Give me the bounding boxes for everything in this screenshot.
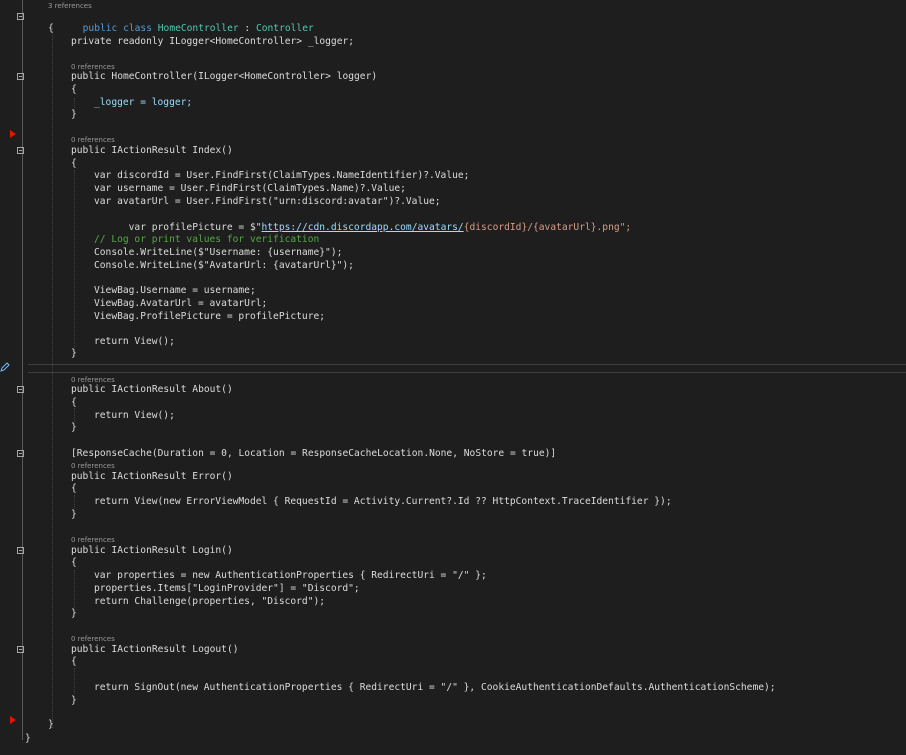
code-line[interactable]: } [0,718,906,731]
code-line[interactable]: var profilePicture = $"https://cdn.disco… [0,208,906,233]
code-line[interactable]: } [0,347,906,360]
code-line[interactable]: properties.Items["LoginProvider"] = "Dis… [0,582,906,595]
code-editor[interactable]: 3 references 0 references 0 references 0… [0,0,906,755]
login-properties: var properties = new AuthenticationPrope… [94,570,487,581]
brace: { [71,557,77,568]
profilepicture-url-link[interactable]: https://cdn.discordapp.com/avatars/ [262,222,464,233]
indent-guide [52,28,53,728]
login-items: properties.Items["LoginProvider"] = "Dis… [94,583,360,594]
about-decl: public IActionResult About() [71,384,233,395]
code-line[interactable]: var avatarUrl = User.FindFirst("urn:disc… [0,195,906,208]
code-line[interactable]: } [0,108,906,121]
comment: // Log or print values for verification [94,234,320,245]
index-decl: public IActionResult Index() [71,145,233,156]
code-line[interactable]: ViewBag.Username = username; [0,284,906,297]
code-line[interactable]: var properties = new AuthenticationPrope… [0,569,906,582]
brace: { [71,656,77,667]
brace: { [71,84,77,95]
ctor-decl: public HomeController(ILogger<HomeContro… [71,71,378,82]
avatarurl-line: var avatarUrl = User.FindFirst("urn:disc… [94,196,441,207]
brace: } [48,719,54,730]
brace: } [71,109,77,120]
code-line[interactable]: } [0,508,906,521]
code-line[interactable]: ViewBag.AvatarUrl = avatarUrl; [0,297,906,310]
code-line[interactable]: Console.WriteLine($"AvatarUrl: {avatarUr… [0,259,906,272]
code-line[interactable]: { [0,83,906,96]
profilepicture-prefix: var profilePicture = $" [128,222,262,233]
code-line[interactable]: private readonly ILogger<HomeController>… [0,35,906,48]
logger-field: private readonly ILogger<HomeController>… [71,36,355,47]
console-avatarurl-line: Console.WriteLine($"AvatarUrl: {avatarUr… [94,260,354,271]
profilepicture-suffix: {discordId}/{avatarUrl}.png"; [463,222,632,233]
brace: } [71,695,77,706]
code-line[interactable]: { [0,396,906,409]
brace: { [48,23,54,34]
quick-action-pen-icon[interactable] [0,362,10,372]
code-line[interactable]: public HomeController(ILogger<HomeContro… [0,70,906,83]
code-line[interactable]: return SignOut(new AuthenticationPropert… [0,681,906,694]
method-separator [28,364,906,365]
code-line[interactable]: Console.WriteLine($"Username: {username}… [0,246,906,259]
code-line[interactable]: var username = User.FindFirst(ClaimTypes… [0,182,906,195]
discordid-line: var discordId = User.FindFirst(ClaimType… [94,170,470,181]
viewbag-profilepicture: ViewBag.ProfilePicture = profilePicture; [94,311,326,322]
code-line[interactable]: var discordId = User.FindFirst(ClaimType… [0,169,906,182]
breakpoint-arrow-icon[interactable] [10,130,16,138]
code-line[interactable]: [ResponseCache(Duration = 0, Location = … [0,447,906,460]
code-line-class-decl[interactable]: public class HomeController : Controller [0,9,906,34]
code-line[interactable]: } [0,694,906,707]
brace: } [71,509,77,520]
console-username-line: Console.WriteLine($"Username: {username}… [94,247,343,258]
viewbag-avatarurl: ViewBag.AvatarUrl = avatarUrl; [94,298,268,309]
code-line[interactable]: { [0,482,906,495]
code-line[interactable]: return View(new ErrorViewModel { Request… [0,495,906,508]
brace: } [71,348,77,359]
brace: } [71,422,77,433]
username-line: var username = User.FindFirst(ClaimTypes… [94,183,406,194]
response-cache-attr: [ResponseCache(Duration = 0, Location = … [71,448,557,459]
code-line[interactable]: public IActionResult Index() [0,144,906,157]
brace: } [71,608,77,619]
code-line[interactable]: public IActionResult About() [0,383,906,396]
brace: { [71,397,77,408]
code-line[interactable]: { [0,22,906,35]
code-line[interactable]: { [0,655,906,668]
method-separator [28,372,906,373]
viewbag-username: ViewBag.Username = username; [94,285,256,296]
code-line[interactable]: } [0,607,906,620]
logout-return: return SignOut(new AuthenticationPropert… [94,682,776,693]
code-line[interactable]: // Log or print values for verification [0,233,906,246]
code-line[interactable]: { [0,556,906,569]
error-return: return View(new ErrorViewModel { Request… [94,496,672,507]
code-line[interactable]: } [0,732,906,745]
brace: { [71,483,77,494]
brace: } [25,733,31,744]
code-line[interactable]: } [0,421,906,434]
code-line[interactable]: ViewBag.ProfilePicture = profilePicture; [0,310,906,323]
